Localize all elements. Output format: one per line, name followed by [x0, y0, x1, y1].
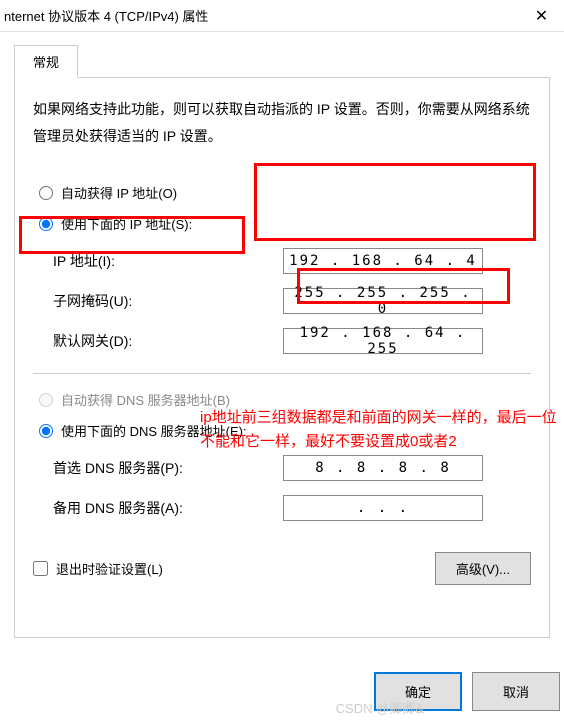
- primary-dns-input[interactable]: 8 . 8 . 8 . 8: [283, 455, 483, 481]
- dns-fields: 首选 DNS 服务器(P): 8 . 8 . 8 . 8 备用 DNS 服务器(…: [53, 448, 531, 528]
- ip-address-input[interactable]: 192 . 168 . 64 . 4: [283, 248, 483, 274]
- radio-dns-manual-input[interactable]: [39, 424, 53, 438]
- radio-dns-manual[interactable]: 使用下面的 DNS 服务器地址(E):: [39, 415, 531, 446]
- dns-group: 自动获得 DNS 服务器地址(B) 使用下面的 DNS 服务器地址(E): 首选…: [39, 384, 531, 528]
- cancel-button[interactable]: 取消: [472, 672, 560, 711]
- dialog-body: 常规 如果网络支持此功能，则可以获取自动指派的 IP 设置。否则，你需要从网络系…: [0, 32, 564, 638]
- radio-ip-manual-input[interactable]: [39, 217, 53, 231]
- radio-ip-auto[interactable]: 自动获得 IP 地址(O): [39, 177, 531, 208]
- radio-ip-manual[interactable]: 使用下面的 IP 地址(S):: [39, 208, 531, 239]
- ip-group: 自动获得 IP 地址(O) 使用下面的 IP 地址(S): IP 地址(I): …: [39, 177, 531, 361]
- ip-fields: IP 地址(I): 192 . 168 . 64 . 4 子网掩码(U): 25…: [53, 241, 531, 361]
- tab-content: 如果网络支持此功能，则可以获取自动指派的 IP 设置。否则，你需要从网络系统管理…: [14, 78, 550, 638]
- radio-ip-manual-label: 使用下面的 IP 地址(S):: [61, 214, 192, 233]
- radio-dns-auto-input: [39, 393, 53, 407]
- radio-dns-manual-label: 使用下面的 DNS 服务器地址(E):: [61, 421, 247, 440]
- subnet-mask-label: 子网掩码(U):: [53, 291, 273, 311]
- radio-ip-auto-label: 自动获得 IP 地址(O): [61, 183, 177, 202]
- radio-dns-auto-label: 自动获得 DNS 服务器地址(B): [61, 390, 230, 409]
- subnet-mask-input[interactable]: 255 . 255 . 255 . 0: [283, 288, 483, 314]
- titlebar: nternet 协议版本 4 (TCP/IPv4) 属性 ✕: [0, 0, 564, 32]
- alt-dns-label: 备用 DNS 服务器(A):: [53, 498, 273, 518]
- validate-label: 退出时验证设置(L): [56, 559, 163, 578]
- alt-dns-input[interactable]: . . .: [283, 495, 483, 521]
- tab-general[interactable]: 常规: [14, 45, 78, 78]
- close-icon[interactable]: ✕: [519, 0, 564, 32]
- dialog-buttons: 确定 取消: [374, 672, 564, 711]
- description-text: 如果网络支持此功能，则可以获取自动指派的 IP 设置。否则，你需要从网络系统管理…: [33, 96, 531, 149]
- tab-bar: 常规: [14, 44, 550, 78]
- radio-ip-auto-input[interactable]: [39, 186, 53, 200]
- advanced-button[interactable]: 高级(V)...: [435, 552, 531, 585]
- ip-address-label: IP 地址(I):: [53, 251, 273, 271]
- gateway-input[interactable]: 192 . 168 . 64 . 255: [283, 328, 483, 354]
- gateway-label: 默认网关(D):: [53, 331, 273, 351]
- window-title: nternet 协议版本 4 (TCP/IPv4) 属性: [4, 6, 208, 25]
- bottom-row: 退出时验证设置(L) 高级(V)...: [33, 548, 531, 589]
- separator: [33, 373, 531, 374]
- primary-dns-label: 首选 DNS 服务器(P):: [53, 458, 273, 478]
- validate-checkbox[interactable]: [33, 561, 48, 576]
- validate-checkbox-row[interactable]: 退出时验证设置(L): [33, 559, 163, 578]
- radio-dns-auto: 自动获得 DNS 服务器地址(B): [39, 384, 531, 415]
- ok-button[interactable]: 确定: [374, 672, 462, 711]
